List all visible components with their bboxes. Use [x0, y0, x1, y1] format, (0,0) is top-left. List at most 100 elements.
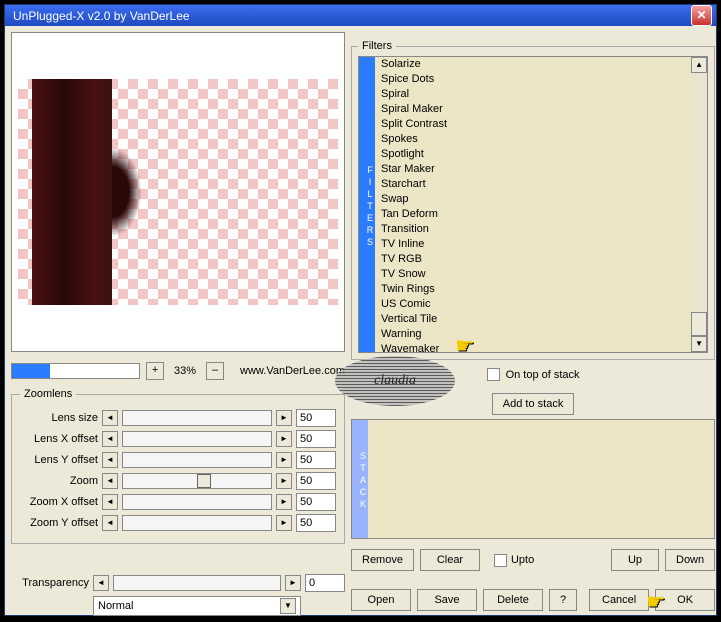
param-row: Lens size ◄ ►50	[20, 409, 336, 427]
scroll-up-icon[interactable]: ▲	[691, 57, 707, 73]
param-inc[interactable]: ►	[276, 494, 292, 510]
transparency-inc[interactable]: ►	[285, 575, 301, 591]
param-label: Lens Y offset	[20, 454, 98, 466]
help-button[interactable]: ?	[549, 589, 577, 611]
stack-list[interactable]	[368, 420, 714, 538]
param-slider[interactable]	[122, 515, 272, 531]
ontop-label: On top of stack	[506, 369, 580, 381]
param-slider[interactable]	[122, 494, 272, 510]
zoom-in-button[interactable]: +	[146, 362, 164, 380]
filter-item[interactable]: Split Contrast	[375, 117, 691, 132]
filter-item[interactable]: Warning	[375, 327, 691, 342]
blend-mode-dropdown[interactable]: Normal ▼	[93, 596, 301, 616]
filter-item[interactable]: Vertical Tile	[375, 312, 691, 327]
param-row: Lens X offset ◄ ►50	[20, 430, 336, 448]
param-value[interactable]: 50	[296, 514, 336, 532]
filter-item[interactable]: Spiral	[375, 87, 691, 102]
filter-item[interactable]: Spotlight	[375, 147, 691, 162]
preview-panel	[11, 32, 345, 352]
filter-item[interactable]: Transition	[375, 222, 691, 237]
filter-item[interactable]: TV RGB	[375, 252, 691, 267]
ok-button[interactable]: OK	[655, 589, 715, 611]
transparency-slider[interactable]	[113, 575, 281, 591]
transparency-dec[interactable]: ◄	[93, 575, 109, 591]
param-slider[interactable]	[122, 410, 272, 426]
zoom-out-button[interactable]: –	[206, 362, 224, 380]
filter-item[interactable]: Starchart	[375, 177, 691, 192]
param-dec[interactable]: ◄	[102, 494, 118, 510]
param-slider[interactable]	[122, 473, 272, 489]
upto-label: Upto	[511, 554, 534, 566]
filter-item[interactable]: Tan Deform	[375, 207, 691, 222]
add-to-stack-button[interactable]: Add to stack	[492, 393, 575, 415]
filters-legend: Filters	[358, 40, 396, 52]
filter-item[interactable]: Spiral Maker	[375, 102, 691, 117]
scroll-down-icon[interactable]: ▼	[691, 336, 707, 352]
param-inc[interactable]: ►	[276, 473, 292, 489]
param-label: Zoom	[20, 475, 98, 487]
filters-sidebar-label: FILTERS	[359, 57, 375, 352]
transparency-value[interactable]: 0	[305, 574, 345, 592]
zoom-slider[interactable]	[11, 363, 140, 379]
param-inc[interactable]: ►	[276, 452, 292, 468]
param-row: Lens Y offset ◄ ►50	[20, 451, 336, 469]
down-button[interactable]: Down	[665, 549, 715, 571]
filter-item[interactable]: Solarize	[375, 57, 691, 72]
param-row: Zoom ◄ ►50	[20, 472, 336, 490]
param-dec[interactable]: ◄	[102, 410, 118, 426]
params-group: Zoomlens Lens size◄►50Lens X offset◄►50L…	[11, 388, 345, 544]
params-legend: Zoomlens	[20, 388, 76, 400]
up-button[interactable]: Up	[611, 549, 659, 571]
ontop-checkbox[interactable]	[487, 368, 500, 381]
cancel-button[interactable]: Cancel	[589, 589, 649, 611]
filter-item[interactable]: TV Inline	[375, 237, 691, 252]
stack-sidebar-label: STACK	[352, 420, 368, 538]
filter-item[interactable]: Star Maker	[375, 162, 691, 177]
param-inc[interactable]: ►	[276, 410, 292, 426]
save-button[interactable]: Save	[417, 589, 477, 611]
transparency-label: Transparency	[11, 577, 89, 589]
zoom-percent: 33%	[170, 365, 200, 377]
titlebar: UnPlugged-X v2.0 by VanDerLee ✕	[5, 5, 716, 26]
param-label: Lens X offset	[20, 433, 98, 445]
param-value[interactable]: 50	[296, 430, 336, 448]
filter-item[interactable]: Swap	[375, 192, 691, 207]
filter-item[interactable]: Wavemaker	[375, 342, 691, 352]
param-row: Zoom X offset◄►50	[20, 493, 336, 511]
param-dec[interactable]: ◄	[102, 452, 118, 468]
scroll-thumb[interactable]	[691, 312, 707, 336]
param-inc[interactable]: ►	[276, 515, 292, 531]
param-slider[interactable]	[122, 452, 272, 468]
remove-button[interactable]: Remove	[351, 549, 414, 571]
filters-group: Filters FILTERS SolarizeSpice DotsSpiral…	[351, 40, 715, 360]
param-dec[interactable]: ◄	[102, 515, 118, 531]
param-label: Lens size	[20, 412, 98, 424]
delete-button[interactable]: Delete	[483, 589, 543, 611]
filter-item[interactable]: Twin Rings	[375, 282, 691, 297]
stack-panel: STACK	[351, 419, 715, 539]
param-label: Zoom Y offset	[20, 517, 98, 529]
open-button[interactable]: Open	[351, 589, 411, 611]
app-window: UnPlugged-X v2.0 by VanDerLee ✕ + 33% – …	[4, 4, 717, 616]
filter-item[interactable]: US Comic	[375, 297, 691, 312]
clear-button[interactable]: Clear	[420, 549, 480, 571]
param-value[interactable]: 50	[296, 493, 336, 511]
chevron-down-icon: ▼	[280, 598, 296, 614]
filter-item[interactable]: Spice Dots	[375, 72, 691, 87]
filters-listbox[interactable]: SolarizeSpice DotsSpiralSpiral MakerSpli…	[375, 57, 691, 352]
close-button[interactable]: ✕	[691, 5, 712, 26]
param-slider[interactable]	[122, 431, 272, 447]
param-inc[interactable]: ►	[276, 431, 292, 447]
param-dec[interactable]: ◄	[102, 431, 118, 447]
param-value[interactable]: 50	[296, 472, 336, 490]
upto-checkbox[interactable]	[494, 554, 507, 567]
param-row: Zoom Y offset ◄ ►50	[20, 514, 336, 532]
filter-item[interactable]: Spokes	[375, 132, 691, 147]
param-value[interactable]: 50	[296, 409, 336, 427]
filters-scrollbar[interactable]: ▲ ▼	[691, 57, 707, 352]
preview-image	[18, 79, 338, 305]
window-title: UnPlugged-X v2.0 by VanDerLee	[13, 9, 691, 23]
filter-item[interactable]: TV Snow	[375, 267, 691, 282]
param-dec[interactable]: ◄	[102, 473, 118, 489]
param-value[interactable]: 50	[296, 451, 336, 469]
